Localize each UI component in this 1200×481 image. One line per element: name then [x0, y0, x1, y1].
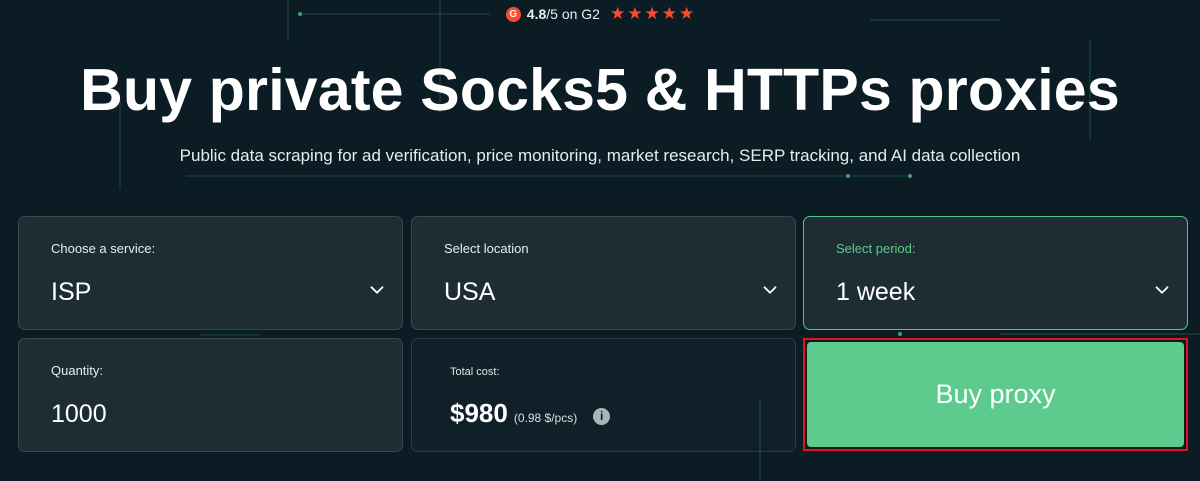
chevron-down-icon [763, 286, 777, 294]
quantity-field[interactable]: Quantity: 1000 [18, 338, 403, 452]
buy-proxy-button[interactable]: Buy proxy [807, 342, 1184, 447]
page-subtitle: Public data scraping for ad verification… [179, 146, 1021, 165]
star-icon: ★ [609, 4, 626, 23]
page-title: Buy private Socks5 & HTTPs proxies [80, 57, 1120, 123]
star-icon: ★ [661, 4, 677, 23]
quantity-value[interactable]: 1000 [51, 400, 107, 429]
chevron-down-icon [1155, 286, 1169, 294]
star-rating: ★ ★ ★ ★ ★ [610, 4, 694, 24]
buy-proxy-highlight: Buy proxy [803, 338, 1188, 451]
quantity-label: Quantity: [51, 363, 104, 378]
location-select-label: Select location [444, 241, 529, 256]
star-icon: ★ [627, 4, 643, 23]
location-select-value: USA [444, 278, 496, 306]
rating-score: 4.8 [526, 6, 547, 22]
period-select[interactable]: Select period: 1 week [803, 216, 1188, 330]
service-select-label: Choose a service: [51, 241, 156, 256]
service-select[interactable]: Choose a service: ISP [18, 216, 403, 330]
period-select-label: Select period: [836, 241, 916, 256]
total-price: $980 [450, 398, 508, 428]
period-select-value: 1 week [836, 278, 916, 306]
price-per-unit: (0.98 $/pcs) [513, 411, 578, 425]
location-select[interactable]: Select location USA [411, 216, 796, 330]
rating-suffix: /5 on G2 [546, 6, 600, 22]
chevron-down-icon [370, 286, 384, 294]
total-cost-panel: Total cost: $980 (0.98 $/pcs) i [411, 338, 796, 452]
info-icon[interactable]: i [593, 407, 611, 425]
g2-logo-icon: G [505, 6, 521, 22]
star-icon: ★ [644, 4, 660, 23]
star-icon: ★ [678, 4, 695, 23]
total-cost-label: Total cost: [450, 366, 500, 378]
service-select-value: ISP [51, 278, 92, 306]
g2-rating: G 4.8/5 on G2 ★ ★ ★ ★ ★ [0, 4, 1200, 24]
